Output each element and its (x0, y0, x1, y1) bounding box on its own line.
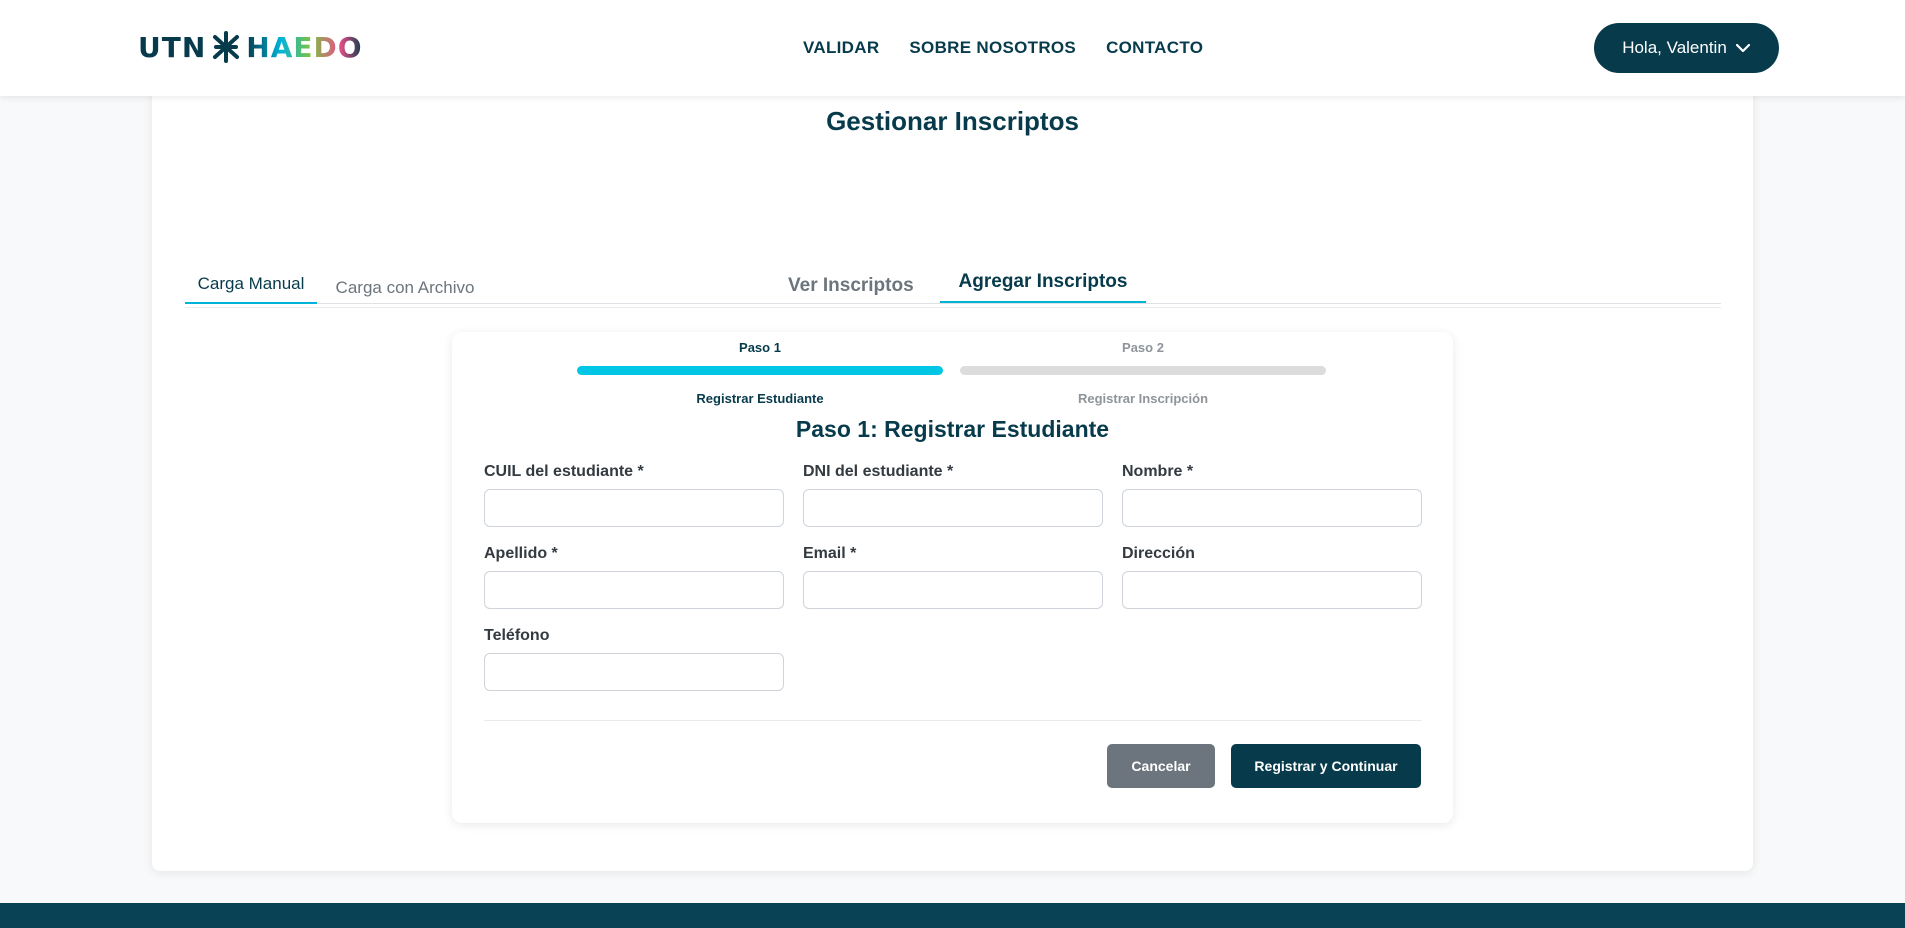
nombre-label: Nombre * (1122, 463, 1194, 480)
cuil-label: CUIL del estudiante * (484, 463, 644, 480)
page-footer (0, 903, 1905, 928)
sub-tabs: Carga Manual Carga con Archivo (185, 256, 1721, 308)
user-greeting: Hola, Valentin (1622, 38, 1727, 57)
nav-link-sobre-nosotros[interactable]: SOBRE NOSOTROS (909, 38, 1076, 58)
utn-emblem-icon (212, 31, 240, 63)
navbar: UTN HAEDO VALIDAR SOBRE NOSOTROS CONTACT… (0, 0, 1905, 96)
subtabs-divider (185, 307, 1721, 308)
direccion-field-group: Dirección (1122, 545, 1422, 609)
telefono-input[interactable] (484, 653, 784, 691)
chevron-down-icon (1735, 38, 1751, 58)
form-divider (484, 720, 1422, 721)
step-progress-bar (960, 366, 1326, 375)
form-title: Paso 1: Registrar Estudiante (795, 416, 1110, 442)
direccion-label: Dirección (1122, 545, 1195, 562)
nav-link-validar[interactable]: VALIDAR (803, 38, 879, 58)
nav-link-contacto[interactable]: CONTACTO (1106, 38, 1203, 58)
step-sublabel: Registrar Estudiante (696, 391, 824, 406)
subtab-carga-con-archivo[interactable]: Carga con Archivo (335, 267, 475, 309)
telefono-field-group: Teléfono (484, 627, 784, 691)
manage-enrollees-card: Gestionar Inscriptos Ver Inscriptos Agre… (152, 80, 1753, 871)
subtab-carga-manual[interactable]: Carga Manual (185, 266, 317, 304)
cancel-button[interactable]: Cancelar (1107, 744, 1215, 788)
email-input[interactable] (803, 571, 1103, 609)
apellido-input[interactable] (484, 571, 784, 609)
wizard-step-2: Paso 2 Registrar Inscripción (960, 340, 1326, 406)
dni-label: DNI del estudiante * (803, 463, 954, 480)
cuil-input[interactable] (484, 489, 784, 527)
main-nav: VALIDAR SOBRE NOSOTROS CONTACTO (803, 38, 1203, 58)
direccion-input[interactable] (1122, 571, 1422, 609)
apellido-label: Apellido * (484, 545, 558, 562)
nombre-input[interactable] (1122, 489, 1422, 527)
nombre-field-group: Nombre * (1122, 463, 1422, 527)
email-label: Email * (803, 545, 857, 562)
cuil-field-group: CUIL del estudiante * (484, 463, 784, 527)
step-label: Paso 1 (739, 340, 781, 355)
logo-text-utn: UTN (138, 30, 207, 64)
user-menu-button[interactable]: Hola, Valentin (1594, 23, 1779, 73)
step-label: Paso 2 (1122, 340, 1164, 355)
dni-field-group: DNI del estudiante * (803, 463, 1103, 527)
utn-haedo-logo[interactable]: UTN HAEDO (138, 30, 363, 64)
registration-wizard: Paso 1 Registrar Estudiante Paso 2 Regis… (452, 332, 1453, 823)
logo-text-haedo: HAEDO (246, 30, 363, 64)
telefono-label: Teléfono (484, 627, 550, 644)
apellido-field-group: Apellido * (484, 545, 784, 609)
step-progress-bar (577, 366, 943, 375)
step-sublabel: Registrar Inscripción (1077, 391, 1209, 406)
wizard-step-1: Paso 1 Registrar Estudiante (577, 340, 943, 406)
dni-input[interactable] (803, 489, 1103, 527)
page-title: Gestionar Inscriptos (826, 106, 1079, 136)
register-and-continue-button[interactable]: Registrar y Continuar (1231, 744, 1421, 788)
email-field-group: Email * (803, 545, 1103, 609)
